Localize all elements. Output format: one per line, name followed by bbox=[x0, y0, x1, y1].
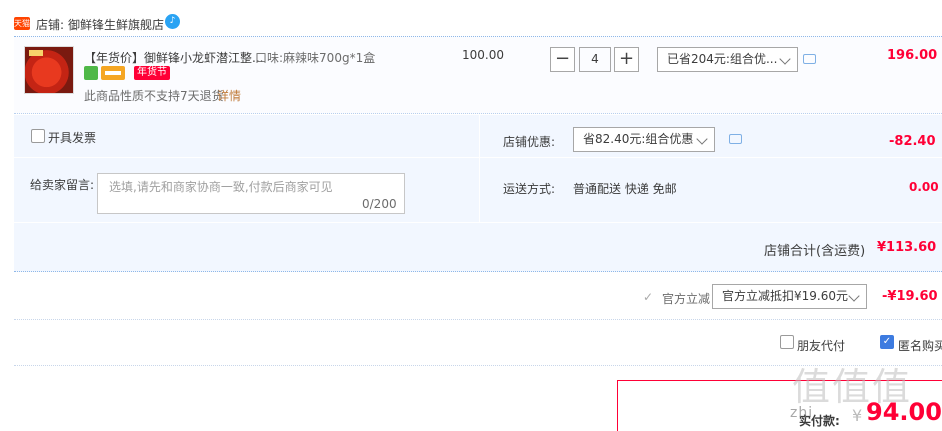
official-discount-checkbox[interactable]: ✓ bbox=[643, 290, 653, 304]
chevron-down-icon bbox=[696, 133, 708, 145]
options-divider bbox=[14, 157, 479, 158]
card-icon bbox=[101, 66, 125, 80]
chevron-down-icon bbox=[848, 290, 860, 302]
official-discount-amount: -¥19.60 bbox=[882, 289, 938, 304]
new-year-badge: 年货节 bbox=[134, 66, 170, 80]
shipping-method: 普通配送 快递 免邮 bbox=[573, 182, 677, 196]
unit-price: 100.00 bbox=[462, 48, 504, 62]
site-watermark-sub: zhi bbox=[790, 405, 814, 421]
shop-discount-label: 店铺优惠: bbox=[503, 135, 556, 149]
store-total-amount: ¥113.60 bbox=[877, 240, 937, 255]
item-title-link[interactable]: 【年货价】御鲜锋小龙虾潜江整... bbox=[84, 49, 263, 66]
seller-message-placeholder: 选填,请先和商家协商一致,付款后商家可见 bbox=[109, 180, 333, 194]
site-watermark: 值值值 bbox=[792, 365, 913, 409]
quantity-stepper: − 4 + bbox=[550, 47, 641, 72]
tmall-badge: 天猫 bbox=[14, 17, 30, 30]
return-policy-note: 此商品性质不支持7天退货 bbox=[84, 89, 224, 103]
anonymous-checkbox[interactable]: ✓ bbox=[880, 335, 894, 349]
shipping-amount: 0.00 bbox=[909, 180, 939, 194]
shop-discount-amount: -82.40 bbox=[889, 134, 936, 149]
options-divider bbox=[479, 157, 942, 158]
store-prefix-label: 店铺: bbox=[36, 18, 65, 32]
anonymous-label[interactable]: 匿名购买 bbox=[898, 337, 942, 354]
official-discount-value: 官方立减抵扣¥19.60元 bbox=[722, 289, 848, 303]
invoice-checkbox[interactable] bbox=[31, 129, 45, 143]
options-divider bbox=[479, 115, 480, 222]
shop-discount-value: 省82.40元:组合优惠 bbox=[583, 132, 694, 146]
item-sku: 口味:麻辣味700g*1盒 bbox=[255, 51, 376, 65]
chevron-down-icon bbox=[779, 53, 791, 65]
shipping-label: 运送方式: bbox=[503, 182, 556, 196]
quantity-input[interactable]: 4 bbox=[579, 47, 611, 72]
store-name-link[interactable]: 御鲜锋生鲜旗舰店 bbox=[68, 16, 164, 33]
invoice-label[interactable]: 开具发票 bbox=[48, 129, 96, 146]
comment-icon[interactable] bbox=[803, 54, 816, 64]
quantity-increase-button[interactable]: + bbox=[614, 47, 639, 72]
item-promo-value: 已省204元:组合优... bbox=[667, 52, 778, 66]
item-total-price: 196.00 bbox=[887, 48, 938, 63]
options-divider bbox=[14, 222, 942, 223]
item-promo-select[interactable]: 已省204元:组合优... bbox=[657, 47, 798, 72]
friend-pay-label[interactable]: 朋友代付 bbox=[797, 337, 845, 354]
service-icon bbox=[84, 66, 98, 80]
friend-pay-checkbox[interactable] bbox=[780, 335, 794, 349]
product-thumbnail[interactable] bbox=[24, 46, 74, 94]
official-discount-select[interactable]: 官方立减抵扣¥19.60元 bbox=[712, 284, 867, 309]
comment-icon[interactable] bbox=[729, 134, 742, 144]
store-total-label: 店铺合计(含运费) bbox=[764, 244, 866, 259]
return-policy-link[interactable]: 详情 bbox=[217, 87, 241, 104]
seller-message-label: 给卖家留言: bbox=[30, 178, 95, 192]
quantity-decrease-button[interactable]: − bbox=[550, 47, 575, 72]
wangwang-chat-icon[interactable]: ♪ bbox=[165, 14, 180, 29]
official-discount-label: 官方立减 bbox=[662, 292, 711, 306]
seller-message-count: 0/200 bbox=[362, 197, 397, 211]
section-divider bbox=[14, 319, 942, 320]
shop-discount-select[interactable]: 省82.40元:组合优惠 bbox=[573, 127, 715, 152]
